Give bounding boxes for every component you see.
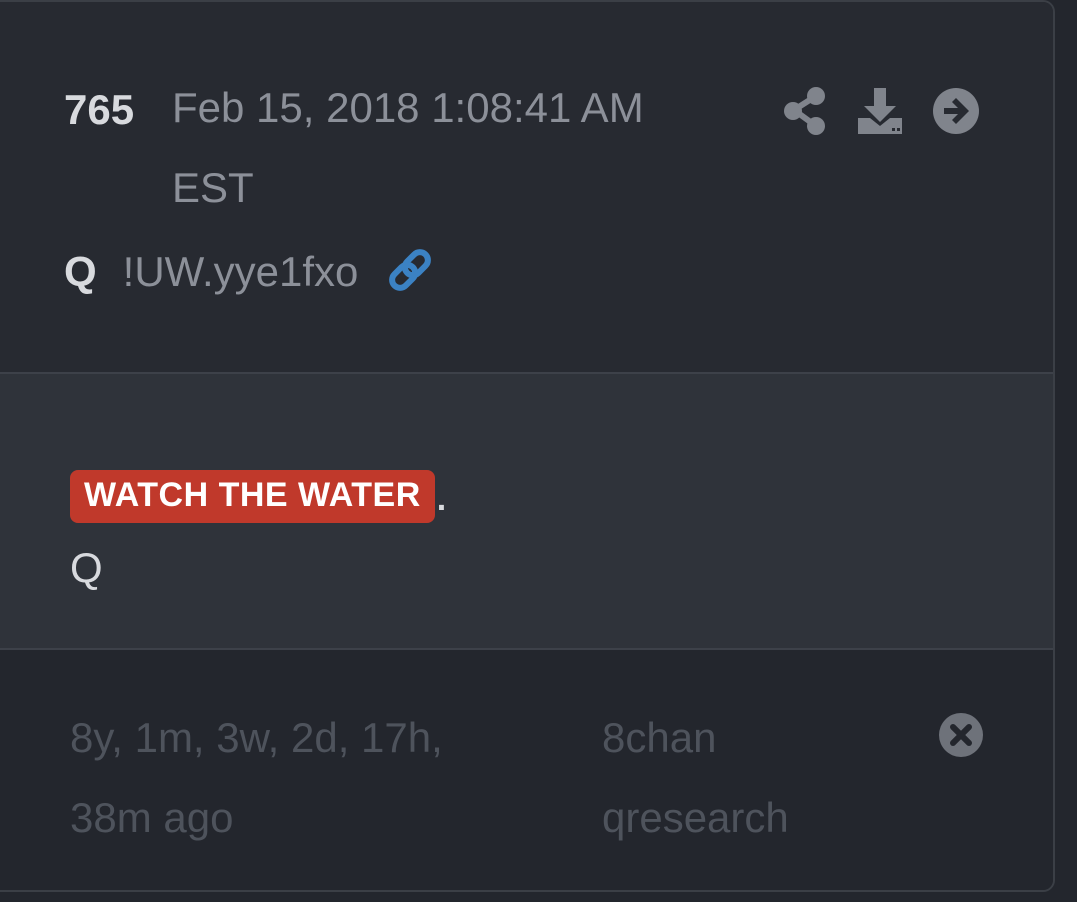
share-icon[interactable]: [782, 86, 828, 136]
author-row: Q !UW.yye1fxo: [64, 246, 436, 298]
post-source: 8chan qresearch: [602, 714, 789, 841]
download-icon[interactable]: [856, 86, 904, 136]
signature: Q: [70, 544, 103, 591]
post-date: Feb 15, 2018 1:08:41 AM EST: [172, 84, 644, 211]
post-body: WATCH THE WATER . Q: [0, 374, 1053, 648]
arrow-right-circle-icon[interactable]: [932, 87, 980, 135]
link-icon[interactable]: [384, 247, 436, 298]
post-actions: [782, 86, 980, 136]
post-header: 765 Feb 15, 2018 1:08:41 AM EST Q !UW.yy…: [0, 2, 1053, 372]
message-line: WATCH THE WATER .: [70, 470, 446, 523]
period-text: .: [436, 480, 447, 518]
close-circle-icon[interactable]: [938, 712, 984, 763]
post-footer: 8y, 1m, 3w, 2d, 17h, 38m ago 8chan qrese…: [0, 650, 1053, 890]
tripcode: !UW.yye1fxo: [122, 248, 359, 295]
author-name: Q: [64, 248, 97, 295]
post-age: 8y, 1m, 3w, 2d, 17h, 38m ago: [70, 714, 443, 841]
post-number[interactable]: 765: [64, 86, 134, 134]
post-card: 765 Feb 15, 2018 1:08:41 AM EST Q !UW.yy…: [0, 0, 1055, 892]
highlighted-text: WATCH THE WATER: [70, 470, 435, 523]
